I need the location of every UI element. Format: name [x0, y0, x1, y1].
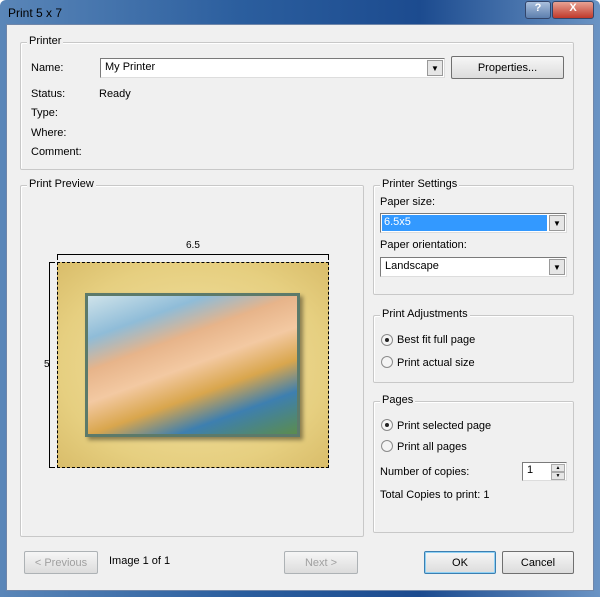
chevron-down-icon[interactable]: ▼: [427, 60, 443, 76]
next-label: Next >: [304, 556, 338, 569]
best-fit-radio[interactable]: [381, 334, 393, 346]
printer-name-select[interactable]: My Printer ▼: [100, 58, 445, 78]
ok-label: OK: [452, 556, 468, 569]
selected-page-label[interactable]: Print selected page: [397, 420, 491, 432]
cancel-button[interactable]: Cancel: [502, 551, 574, 574]
copies-value: 1: [527, 464, 534, 476]
total-copies-label: Total Copies to print: 1: [380, 489, 490, 501]
actual-size-label[interactable]: Print actual size: [397, 357, 475, 369]
copies-label: Number of copies:: [380, 466, 470, 478]
pages-legend: Pages: [380, 394, 416, 406]
print-adjustments-group: Print Adjustments: [373, 308, 574, 383]
status-label: Status:: [31, 88, 66, 100]
cancel-label: Cancel: [520, 556, 556, 569]
print-adjustments-legend: Print Adjustments: [380, 308, 470, 320]
copies-stepper[interactable]: 1 ▲ ▼: [522, 462, 567, 481]
help-button[interactable]: ?: [525, 1, 551, 19]
properties-label: Properties...: [477, 61, 538, 74]
where-label: Where:: [31, 127, 67, 139]
orientation-value: Landscape: [385, 260, 439, 272]
chevron-down-icon[interactable]: ▼: [549, 215, 565, 231]
width-label: 6.5: [186, 240, 200, 251]
image-counter: Image 1 of 1: [109, 555, 171, 567]
paper-size-select[interactable]: 6.5x5 ▼: [380, 213, 567, 233]
close-icon: X: [569, 2, 577, 14]
height-label: 5: [44, 359, 50, 370]
spin-up-icon[interactable]: ▲: [551, 464, 565, 472]
orientation-label: Paper orientation:: [380, 239, 467, 251]
help-icon: ?: [534, 2, 542, 14]
previous-label: < Previous: [34, 556, 88, 569]
status-value: Ready: [99, 88, 131, 100]
width-dimension-line: [57, 254, 329, 260]
orientation-select[interactable]: Landscape ▼: [380, 257, 567, 277]
paper-size-label: Paper size:: [380, 196, 436, 208]
chevron-down-icon[interactable]: ▼: [549, 259, 565, 275]
spin-down-icon[interactable]: ▼: [551, 472, 565, 480]
preview-legend: Print Preview: [27, 178, 96, 190]
selected-page-radio[interactable]: [381, 419, 393, 431]
type-label: Type:: [31, 107, 58, 119]
comment-label: Comment:: [31, 146, 82, 158]
printer-legend: Printer: [27, 35, 64, 47]
ok-button[interactable]: OK: [424, 551, 496, 574]
printer-settings-legend: Printer Settings: [380, 178, 460, 190]
close-button[interactable]: X: [552, 1, 594, 19]
actual-size-radio[interactable]: [381, 356, 393, 368]
next-button[interactable]: Next >: [284, 551, 358, 574]
window-title: Print 5 x 7: [8, 6, 63, 20]
photo-preview: [85, 293, 300, 437]
previous-button[interactable]: < Previous: [24, 551, 98, 574]
printer-name-value: My Printer: [105, 61, 156, 73]
all-pages-label[interactable]: Print all pages: [397, 441, 467, 453]
paper-size-value: 6.5x5: [382, 215, 547, 231]
properties-button[interactable]: Properties...: [451, 56, 564, 79]
name-label: Name:: [31, 62, 64, 74]
best-fit-label[interactable]: Best fit full page: [397, 334, 475, 346]
all-pages-radio[interactable]: [381, 440, 393, 452]
